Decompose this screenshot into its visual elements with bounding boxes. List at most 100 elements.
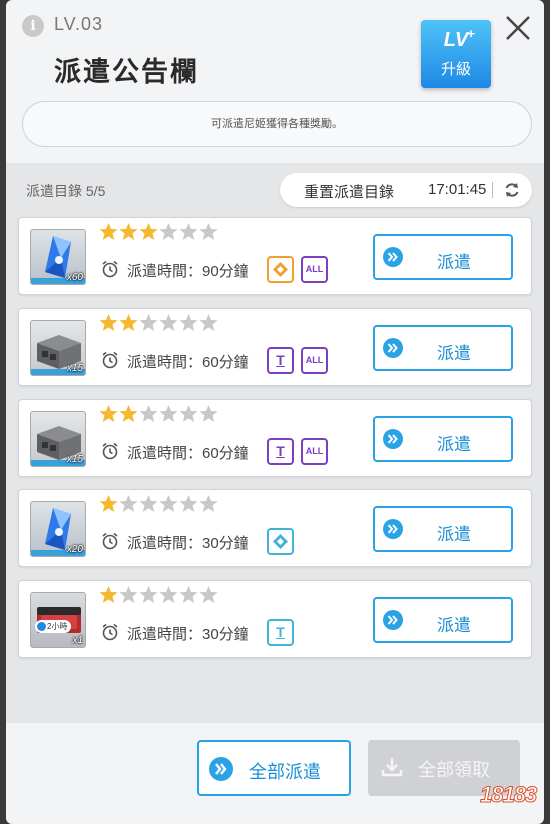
reward-quantity: x15 (66, 363, 83, 374)
star-filled-icon (99, 586, 118, 603)
dispatch-label: 派遣 (437, 344, 471, 363)
dispatch-label: 派遣 (437, 253, 471, 272)
mission-card: 2小時 x1 派遣時間：30分鐘 T 派遣 (18, 580, 532, 658)
reward-quantity: x15 (66, 454, 83, 465)
dispatch-button[interactable]: 派遣 (373, 416, 513, 462)
difficulty-stars (99, 494, 219, 516)
star-empty-icon (199, 405, 218, 422)
duration-badge: 2小時 (35, 620, 72, 633)
dispatch-label: 派遣 (437, 525, 471, 544)
tag-type-t: T (267, 347, 294, 374)
star-filled-icon (119, 405, 138, 422)
dispatch-button[interactable]: 派遣 (373, 325, 513, 371)
mission-card: x15 派遣時間：60分鐘 T ALL 派遣 (18, 308, 532, 386)
reset-list-control[interactable]: 重置派遣目錄 17:01:45 (280, 173, 532, 207)
dispatch-label: 派遣 (437, 616, 471, 635)
level-label: LV.03 (54, 14, 104, 34)
divider (492, 182, 493, 198)
watermark-text: 18183 (479, 782, 537, 808)
close-icon[interactable] (502, 12, 534, 44)
difficulty-stars (99, 404, 219, 426)
star-filled-icon (119, 314, 138, 331)
star-empty-icon (159, 586, 178, 603)
upgrade-label: 升級 (440, 61, 471, 78)
star-filled-icon (99, 314, 118, 331)
star-filled-icon (99, 495, 118, 512)
alarm-clock-icon (102, 532, 118, 550)
list-count-label: 派遣目錄 5/5 (26, 183, 106, 199)
page-title: 派遣公告欄 (54, 57, 199, 87)
double-chevron-icon (383, 247, 403, 267)
dispatch-duration: 派遣時間：60分鐘 (127, 445, 249, 462)
reward-thumbnail[interactable]: x15 (30, 411, 86, 467)
star-empty-icon (159, 405, 178, 422)
reward-quantity: x20 (66, 544, 83, 555)
dispatch-board-panel: i LV.03 派遣公告欄 + LV 升級 可派遣尼姬獲得各種獎勵。 派遣目錄 … (6, 0, 544, 824)
star-empty-icon (179, 223, 198, 240)
star-empty-icon (139, 314, 158, 331)
dispatch-all-button[interactable]: 全部派遣 (197, 740, 351, 796)
tag-all: ALL (301, 347, 328, 374)
dispatch-button[interactable]: 派遣 (373, 597, 513, 643)
dispatch-all-label: 全部派遣 (249, 762, 321, 782)
reset-timer: 17:01:45 (428, 181, 487, 198)
star-filled-icon (99, 223, 118, 240)
star-filled-icon (139, 223, 158, 240)
star-empty-icon (199, 223, 218, 240)
star-empty-icon (159, 314, 178, 331)
dispatch-duration: 派遣時間：60分鐘 (127, 354, 249, 371)
star-empty-icon (119, 586, 138, 603)
diamond-icon (273, 262, 288, 277)
reward-thumbnail[interactable]: x15 (30, 320, 86, 376)
star-filled-icon (119, 223, 138, 240)
tag-type-t: T (267, 619, 294, 646)
tag-all: ALL (301, 256, 328, 283)
plus-icon: + (467, 26, 475, 41)
refresh-icon[interactable] (502, 180, 522, 200)
diamond-icon (273, 534, 288, 549)
tag-all: ALL (301, 438, 328, 465)
reward-thumbnail[interactable]: 2小時 x1 (30, 592, 86, 648)
dispatch-button[interactable]: 派遣 (373, 506, 513, 552)
double-chevron-icon (383, 429, 403, 449)
tag-diamond (267, 528, 294, 555)
double-chevron-icon (209, 757, 233, 781)
reward-quantity: x1 (72, 635, 83, 646)
star-empty-icon (159, 223, 178, 240)
star-filled-icon (99, 405, 118, 422)
double-chevron-icon (383, 519, 403, 539)
reward-thumbnail[interactable]: x20 (30, 501, 86, 557)
dispatch-button[interactable]: 派遣 (373, 234, 513, 280)
dispatch-duration: 派遣時間：30分鐘 (127, 535, 249, 552)
mission-card: x20 派遣時間：30分鐘 派遣 (18, 489, 532, 567)
dispatch-label: 派遣 (437, 435, 471, 454)
tag-type-t: T (267, 438, 294, 465)
star-empty-icon (199, 586, 218, 603)
reward-quantity: x60 (66, 272, 83, 283)
upgrade-lv-label: LV (443, 29, 469, 51)
reset-list-label: 重置派遣目錄 (304, 184, 395, 201)
star-empty-icon (179, 405, 198, 422)
upgrade-button[interactable]: + LV 升級 (421, 20, 491, 88)
dispatch-duration: 派遣時間：90分鐘 (127, 263, 249, 280)
alarm-clock-icon (102, 442, 118, 460)
reward-thumbnail[interactable]: x60 (30, 229, 86, 285)
tag-diamond (267, 256, 294, 283)
dispatch-duration: 派遣時間：30分鐘 (127, 626, 249, 643)
star-empty-icon (159, 495, 178, 512)
star-empty-icon (179, 495, 198, 512)
star-empty-icon (179, 314, 198, 331)
alarm-clock-icon (102, 351, 118, 369)
info-icon[interactable]: i (22, 15, 44, 37)
star-empty-icon (139, 586, 158, 603)
double-chevron-icon (383, 610, 403, 630)
star-empty-icon (199, 314, 218, 331)
difficulty-stars (99, 585, 219, 607)
difficulty-stars (99, 222, 219, 244)
notice-banner: 可派遣尼姬獲得各種獎勵。 (22, 101, 532, 147)
star-empty-icon (179, 586, 198, 603)
alarm-clock-icon (102, 260, 118, 278)
mission-card: x60 派遣時間：90分鐘 ALL 派遣 (18, 217, 532, 295)
alarm-clock-icon (102, 623, 118, 641)
watermark-logo: 18183 (474, 762, 548, 818)
